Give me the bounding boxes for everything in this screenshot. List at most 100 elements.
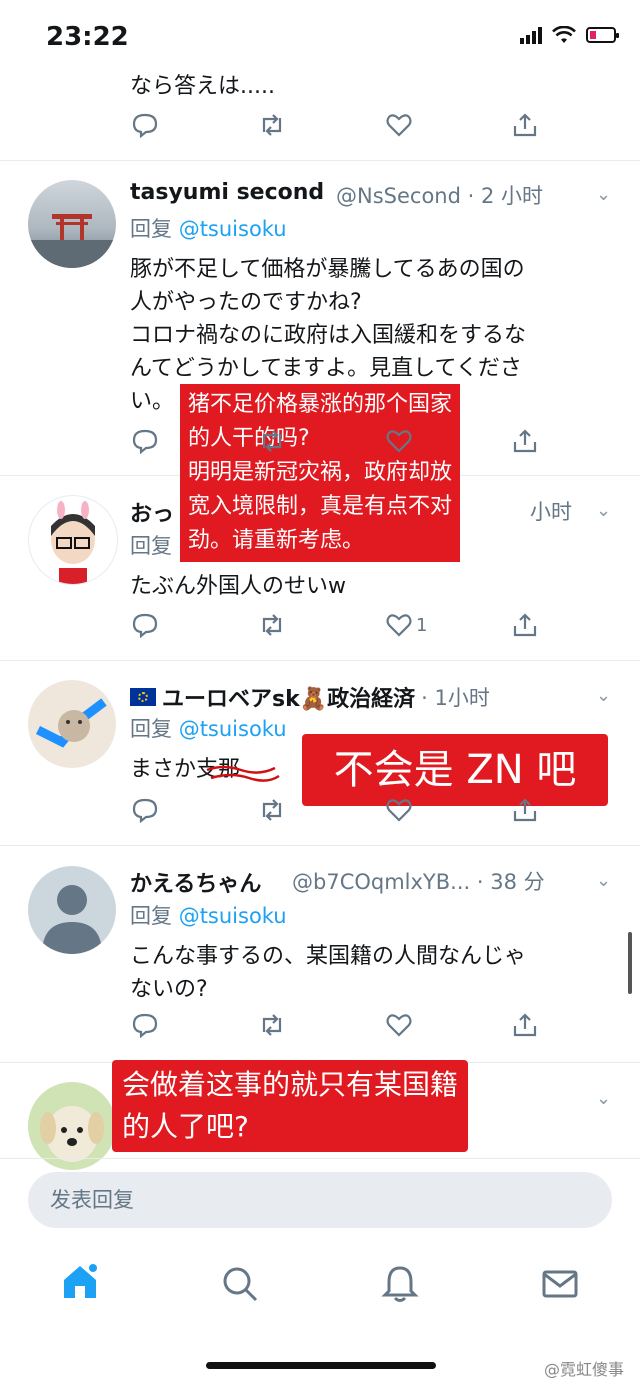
reply-icon (132, 112, 158, 138)
wifi-icon (552, 26, 576, 43)
status-time: 23:22 (46, 22, 129, 52)
chevron-down-icon[interactable]: ⌄ (596, 870, 611, 891)
tweet-time: 小时 (530, 500, 572, 524)
share-icon (512, 428, 538, 454)
messages-mail-icon[interactable] (540, 1264, 580, 1304)
overlay-line: 的人干的吗? (188, 426, 310, 451)
author-name[interactable]: かえるちゃん (130, 866, 261, 898)
reply-button[interactable] (132, 1012, 158, 1038)
like-button[interactable]: 1 (386, 612, 427, 638)
overlay-line: 宽入境限制，真是有点不对 (188, 494, 453, 519)
share-icon (512, 797, 538, 823)
status-icons (520, 26, 619, 44)
chevron-down-icon[interactable]: ⌄ (596, 1088, 611, 1109)
heart-icon (386, 612, 412, 638)
notifications-bell-icon[interactable] (380, 1264, 420, 1304)
retweet-button[interactable] (258, 797, 286, 823)
like-button[interactable] (386, 428, 412, 454)
overlay-line: 明明是新冠灾祸，政府却放 (188, 460, 453, 485)
heart-icon (386, 112, 412, 138)
retweet-button[interactable] (258, 612, 286, 638)
reply-mention[interactable]: @tsuisoku (179, 904, 287, 928)
scrollbar[interactable] (628, 932, 632, 994)
overlay-line: 劲。请重新考虑。 (188, 528, 365, 553)
share-icon (512, 612, 538, 638)
translation-overlay: 不会是 ZN 吧 (302, 734, 608, 806)
reply-icon (132, 612, 158, 638)
home-icon[interactable] (60, 1262, 100, 1302)
author-handle: @NsSecond · 2 小时 (336, 184, 543, 208)
like-button[interactable] (386, 797, 412, 823)
heart-icon (386, 797, 412, 823)
eu-flag-icon (130, 688, 156, 706)
avatar[interactable] (28, 495, 118, 585)
home-indicator (206, 1362, 436, 1369)
author-row[interactable]: ユーロベアsk🧸政治経済 · 1小时 (130, 681, 490, 713)
reply-context: 回复 @tsuisoku (130, 217, 287, 241)
like-button[interactable] (386, 112, 412, 138)
search-icon[interactable] (220, 1264, 260, 1304)
body-line: んてどうかしてますよ。見直してくださ (130, 356, 522, 381)
retweet-button[interactable] (258, 112, 286, 138)
share-button[interactable] (512, 797, 538, 823)
overlay-line: 猪不足价格暴涨的那个国家 (188, 392, 453, 417)
battery-icon (586, 27, 619, 43)
reply-context: 回复 (130, 534, 172, 558)
tweet-time: · 1小时 (421, 686, 490, 710)
share-icon (512, 112, 538, 138)
author-name[interactable]: tasyumi second (130, 180, 324, 205)
divider (0, 660, 640, 661)
torii-icon (28, 214, 116, 268)
share-button[interactable] (512, 1012, 538, 1038)
divider (0, 1158, 640, 1159)
like-button[interactable] (386, 1012, 412, 1038)
share-button[interactable] (512, 428, 538, 454)
tweet-body: たぶん外国人のせいw (130, 574, 346, 599)
divider (0, 845, 640, 846)
chevron-down-icon[interactable]: ⌄ (596, 685, 611, 706)
default-profile-icon (42, 885, 102, 954)
avatar[interactable] (28, 1082, 116, 1170)
reply-button[interactable] (132, 112, 158, 138)
retweet-icon (258, 797, 286, 823)
reply-button[interactable] (132, 428, 158, 454)
signal-icon (520, 26, 542, 44)
share-icon (512, 1012, 538, 1038)
retweet-button[interactable] (258, 428, 286, 454)
reply-button[interactable] (132, 797, 158, 823)
avatar[interactable] (28, 680, 116, 768)
anime-avatar-icon (51, 501, 95, 584)
share-button[interactable] (512, 612, 538, 638)
reply-context: 回复 @tsuisoku (130, 717, 287, 741)
body-line: こんな事するの、某国籍の人間なんじゃ (130, 944, 527, 969)
reply-icon (132, 797, 158, 823)
reply-button[interactable] (132, 612, 158, 638)
heart-icon (386, 428, 412, 454)
body-line: 人がやったのですかね? (130, 290, 362, 315)
tweet-body: なら答えは..... (130, 74, 275, 99)
reply-icon (132, 1012, 158, 1038)
bear-chart-icon (35, 698, 107, 748)
share-button[interactable] (512, 112, 538, 138)
retweet-icon (258, 612, 286, 638)
body-line: ないの? (130, 977, 208, 1002)
avatar[interactable] (28, 180, 116, 268)
overlay-line: 会做着这事的就只有某国籍 (122, 1068, 459, 1101)
retweet-icon (258, 112, 286, 138)
avatar[interactable] (28, 866, 116, 954)
author-name[interactable]: ユーロベアsk🧸政治経済 (162, 681, 415, 713)
reply-mention[interactable]: @tsuisoku (179, 217, 287, 241)
reply-icon (132, 428, 158, 454)
reply-mention[interactable]: @tsuisoku (179, 717, 287, 741)
reply-composer[interactable]: 发表回复 (28, 1172, 612, 1228)
chevron-down-icon[interactable]: ⌄ (596, 500, 611, 521)
body-line: 豚が不足して価格が暴騰してるあの国の (130, 257, 525, 282)
author-name[interactable]: おっ (130, 496, 174, 528)
retweet-icon (258, 1012, 286, 1038)
scribble-mark (206, 765, 280, 782)
puppy-icon (40, 1106, 104, 1162)
translation-overlay: 猪不足价格暴涨的那个国家 的人干的吗? 明明是新冠灾祸，政府却放 宽入境限制，真… (180, 384, 461, 562)
retweet-button[interactable] (258, 1012, 286, 1038)
chevron-down-icon[interactable]: ⌄ (596, 184, 611, 205)
watermark: @霓虹傻事 (543, 1360, 624, 1379)
